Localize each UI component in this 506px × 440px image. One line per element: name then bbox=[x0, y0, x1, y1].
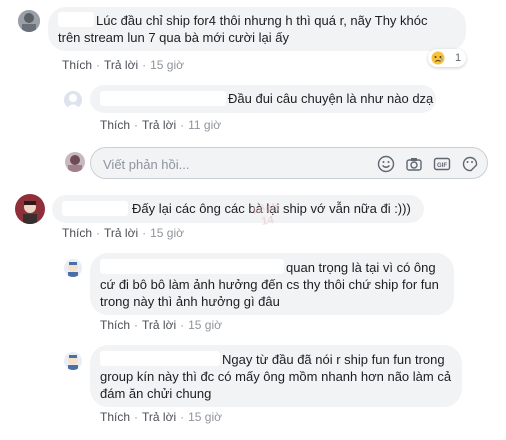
reply-text: đám ăn chửi chung bbox=[100, 386, 212, 401]
reply-text: trong này thì ảnh hưởng gì đâu bbox=[100, 294, 280, 309]
user-avatar-icon bbox=[65, 152, 85, 172]
current-user-avatar bbox=[65, 152, 85, 172]
separator: · bbox=[180, 118, 185, 132]
svg-text:GIF: GIF bbox=[437, 163, 447, 169]
reply-actions: Thích · Trả lời · 11 giờ bbox=[100, 118, 221, 132]
reply-actions: Thích · Trả lời · 15 giờ bbox=[100, 410, 222, 424]
reply-button[interactable]: Trả lời bbox=[142, 318, 176, 332]
sticker-icon[interactable] bbox=[461, 155, 479, 173]
comment-time[interactable]: 11 giờ bbox=[188, 118, 221, 132]
reaction-count: 1 bbox=[455, 52, 462, 64]
reply-text: Đầu đui câu chuyện là như nào dzạ bbox=[228, 91, 434, 106]
redacted-name bbox=[100, 351, 220, 366]
reply-text: quan trọng là tại vì có ông bbox=[286, 260, 436, 275]
like-button[interactable]: Thích bbox=[62, 58, 92, 72]
reply-button[interactable]: Trả lời bbox=[142, 410, 176, 424]
comment-time[interactable]: 15 giờ bbox=[188, 318, 222, 332]
avatar[interactable] bbox=[18, 10, 40, 32]
comment-actions: Thích · Trả lời · 15 giờ bbox=[62, 58, 184, 72]
separator: · bbox=[134, 410, 139, 424]
avatar[interactable] bbox=[15, 194, 45, 224]
default-user-icon bbox=[64, 91, 82, 109]
comment-time[interactable]: 15 giờ bbox=[150, 58, 184, 72]
user-avatar-icon bbox=[15, 194, 45, 224]
separator: · bbox=[142, 58, 147, 72]
user-avatar-icon bbox=[64, 259, 82, 277]
separator: · bbox=[134, 318, 139, 332]
comment-text: trên stream lun 7 qua bà mới cười lại ấy bbox=[58, 30, 289, 45]
separator: · bbox=[180, 410, 185, 424]
redacted-name bbox=[62, 201, 128, 216]
reply-text: cứ đi bô bô làm ảnh hưởng đến cs thy thô… bbox=[100, 277, 439, 292]
comment-actions: Thích · Trả lời · 15 giờ bbox=[62, 226, 184, 240]
reply-input[interactable] bbox=[101, 155, 365, 173]
redacted-name bbox=[58, 12, 94, 27]
comment-time[interactable]: 15 giờ bbox=[188, 410, 222, 424]
reply-actions: Thích · Trả lời · 15 giờ bbox=[100, 318, 222, 332]
separator: · bbox=[180, 318, 185, 332]
avatar[interactable] bbox=[64, 259, 82, 277]
reply-text: Ngay từ đầu đã nói r ship fun fun trong bbox=[222, 352, 445, 367]
user-avatar-icon bbox=[18, 10, 40, 32]
comment-text: Lúc đầu chỉ ship for4 thôi nhưng h thì q… bbox=[96, 13, 428, 28]
reply-text: group kín này thì đc có mấy ông mồm nhan… bbox=[100, 369, 452, 384]
separator: · bbox=[96, 226, 101, 240]
redacted-name bbox=[100, 259, 284, 274]
reply-composer: GIF bbox=[90, 147, 488, 179]
reply-button[interactable]: Trả lời bbox=[104, 226, 138, 240]
emoji-icon[interactable] bbox=[377, 155, 395, 173]
separator: · bbox=[142, 226, 147, 240]
comment-bubble: Lúc đầu chỉ ship for4 thôi nhưng h thì q… bbox=[48, 7, 466, 51]
separator: · bbox=[96, 58, 101, 72]
reply-bubble: quan trọng là tại vì có ông cứ đi bô bô … bbox=[90, 253, 454, 315]
redacted-name bbox=[100, 91, 226, 106]
separator: · bbox=[134, 118, 139, 132]
reply-bubble: Ngay từ đầu đã nói r ship fun fun trong … bbox=[90, 345, 462, 407]
like-button[interactable]: Thích bbox=[100, 318, 130, 332]
watermark-logo: kênh 14 bbox=[252, 201, 280, 228]
avatar[interactable] bbox=[64, 91, 82, 109]
like-button[interactable]: Thích bbox=[62, 226, 92, 240]
avatar[interactable] bbox=[64, 352, 82, 370]
reaction-badge[interactable]: 1 bbox=[428, 49, 466, 67]
comment-time[interactable]: 15 giờ bbox=[150, 226, 184, 240]
like-button[interactable]: Thích bbox=[100, 118, 130, 132]
gif-icon[interactable]: GIF bbox=[433, 155, 451, 173]
sad-reaction-icon bbox=[431, 51, 445, 65]
user-avatar-icon bbox=[64, 352, 82, 370]
like-button[interactable]: Thích bbox=[100, 410, 130, 424]
reply-button[interactable]: Trả lời bbox=[142, 118, 176, 132]
reply-bubble: Đầu đui câu chuyện là như nào dzạ bbox=[90, 85, 436, 113]
camera-icon[interactable] bbox=[405, 155, 423, 173]
reply-button[interactable]: Trả lời bbox=[104, 58, 138, 72]
